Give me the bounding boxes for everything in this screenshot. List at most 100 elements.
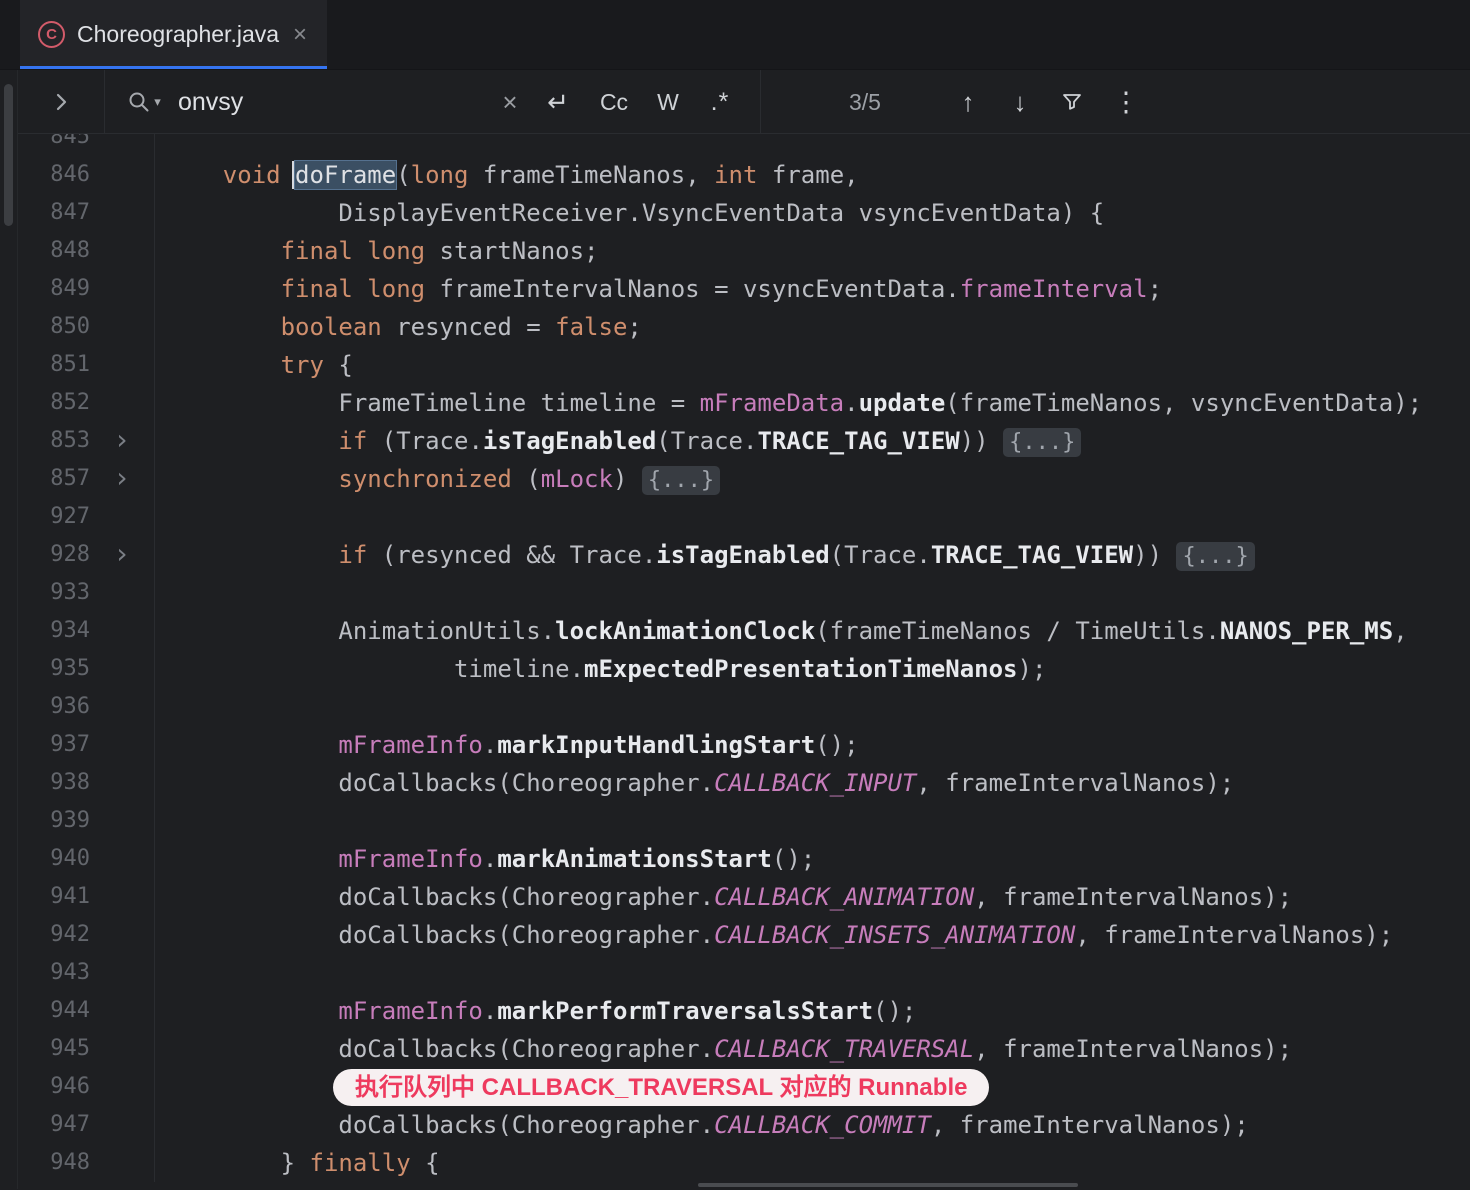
- code-text[interactable]: FrameTimeline timeline = mFrameData.upda…: [155, 384, 1470, 422]
- code-text[interactable]: DisplayEventReceiver.VsyncEventData vsyn…: [155, 194, 1470, 232]
- code-line[interactable]: 933: [18, 574, 1470, 612]
- gutter-cell[interactable]: 933: [18, 574, 155, 612]
- code-text[interactable]: [155, 498, 1470, 536]
- previous-occurrence-button[interactable]: ↑: [948, 70, 988, 134]
- gutter-cell[interactable]: 847: [18, 194, 155, 232]
- gutter-cell[interactable]: 942: [18, 916, 155, 954]
- tab-choreographer-java[interactable]: C Choreographer.java ×: [20, 0, 328, 69]
- code-text[interactable]: doCallbacks(Choreographer.CALLBACK_INPUT…: [155, 764, 1470, 802]
- code-line[interactable]: 940 mFrameInfo.markAnimationsStart();: [18, 840, 1470, 878]
- code-line[interactable]: 946 执行队列中 CALLBACK_TRAVERSAL 对应的 Runnable: [18, 1068, 1470, 1106]
- code-text[interactable]: 执行队列中 CALLBACK_TRAVERSAL 对应的 Runnable: [155, 1068, 1470, 1106]
- next-occurrence-button[interactable]: ↓: [1000, 70, 1040, 134]
- fold-arrow-icon[interactable]: ›: [116, 460, 127, 498]
- code-text[interactable]: [155, 134, 1470, 156]
- gutter-cell[interactable]: 846: [18, 156, 155, 194]
- horizontal-scrollbar[interactable]: [698, 1183, 1078, 1187]
- code-text[interactable]: timeline.mExpectedPresentationTimeNanos)…: [155, 650, 1470, 688]
- gutter-cell[interactable]: 845: [18, 134, 155, 156]
- code-text[interactable]: mFrameInfo.markPerformTraversalsStart();: [155, 992, 1470, 1030]
- clear-search-button[interactable]: ×: [490, 70, 530, 134]
- search-input[interactable]: [176, 80, 486, 124]
- gutter-cell[interactable]: 927: [18, 498, 155, 536]
- gutter-cell[interactable]: 939: [18, 802, 155, 840]
- code-text[interactable]: } finally {: [155, 1144, 1470, 1182]
- code-line[interactable]: 948 } finally {: [18, 1144, 1470, 1182]
- code-line[interactable]: 847 DisplayEventReceiver.VsyncEventData …: [18, 194, 1470, 232]
- gutter-cell[interactable]: 928 ›: [18, 536, 155, 574]
- more-options-button[interactable]: ⋮: [1106, 70, 1146, 134]
- code-line[interactable]: 935 timeline.mExpectedPresentationTimeNa…: [18, 650, 1470, 688]
- code-line[interactable]: 937 mFrameInfo.markInputHandlingStart();: [18, 726, 1470, 764]
- code-text[interactable]: boolean resynced = false;: [155, 308, 1470, 346]
- gutter-cell[interactable]: 852: [18, 384, 155, 422]
- fold-badge[interactable]: {...}: [1003, 428, 1082, 457]
- code-text[interactable]: [155, 802, 1470, 840]
- code-line[interactable]: 945 doCallbacks(Choreographer.CALLBACK_T…: [18, 1030, 1470, 1068]
- code-text[interactable]: final long startNanos;: [155, 232, 1470, 270]
- code-line[interactable]: 928 › if (resynced && Trace.isTagEnabled(…: [18, 536, 1470, 574]
- code-text[interactable]: synchronized (mLock) {...}: [155, 460, 1470, 498]
- gutter-cell[interactable]: 943: [18, 954, 155, 992]
- gutter-cell[interactable]: 941: [18, 878, 155, 916]
- code-line[interactable]: 851 try {: [18, 346, 1470, 384]
- code-text[interactable]: mFrameInfo.markInputHandlingStart();: [155, 726, 1470, 764]
- whole-words-button[interactable]: W: [648, 70, 688, 134]
- code-line[interactable]: 927: [18, 498, 1470, 536]
- vertical-scroll-thumb[interactable]: [4, 84, 13, 226]
- code-line[interactable]: 845: [18, 134, 1470, 156]
- fold-arrow-icon[interactable]: ›: [116, 536, 127, 574]
- code-line[interactable]: 850 boolean resynced = false;: [18, 308, 1470, 346]
- code-text[interactable]: doCallbacks(Choreographer.CALLBACK_COMMI…: [155, 1106, 1470, 1144]
- match-case-button[interactable]: Cc: [594, 70, 634, 134]
- code-text[interactable]: final long frameIntervalNanos = vsyncEve…: [155, 270, 1470, 308]
- code-text[interactable]: if (Trace.isTagEnabled(Trace.TRACE_TAG_V…: [155, 422, 1470, 460]
- code-line[interactable]: 947 doCallbacks(Choreographer.CALLBACK_C…: [18, 1106, 1470, 1144]
- code-text[interactable]: doCallbacks(Choreographer.CALLBACK_TRAVE…: [155, 1030, 1470, 1068]
- toggle-replace-button[interactable]: [18, 70, 105, 134]
- code-line[interactable]: 942 doCallbacks(Choreographer.CALLBACK_I…: [18, 916, 1470, 954]
- code-text[interactable]: mFrameInfo.markAnimationsStart();: [155, 840, 1470, 878]
- gutter-cell[interactable]: 850: [18, 308, 155, 346]
- fold-arrow-icon[interactable]: ›: [116, 422, 127, 460]
- gutter-cell[interactable]: 935: [18, 650, 155, 688]
- code-text[interactable]: doCallbacks(Choreographer.CALLBACK_INSET…: [155, 916, 1470, 954]
- gutter-cell[interactable]: 947: [18, 1106, 155, 1144]
- code-line[interactable]: 938 doCallbacks(Choreographer.CALLBACK_I…: [18, 764, 1470, 802]
- fold-badge[interactable]: {...}: [1176, 542, 1255, 571]
- gutter-cell[interactable]: 848: [18, 232, 155, 270]
- code-text[interactable]: void doFrame(long frameTimeNanos, int fr…: [155, 156, 1470, 194]
- code-text[interactable]: if (resynced && Trace.isTagEnabled(Trace…: [155, 536, 1470, 574]
- code-text[interactable]: try {: [155, 346, 1470, 384]
- code-line[interactable]: 943: [18, 954, 1470, 992]
- code-line[interactable]: 936: [18, 688, 1470, 726]
- gutter-cell[interactable]: 936: [18, 688, 155, 726]
- gutter-cell[interactable]: 849: [18, 270, 155, 308]
- gutter-cell[interactable]: 946: [18, 1068, 155, 1106]
- search-history-dropdown[interactable]: ▾: [118, 70, 170, 134]
- gutter-cell[interactable]: 940: [18, 840, 155, 878]
- code-line[interactable]: 944 mFrameInfo.markPerformTraversalsStar…: [18, 992, 1470, 1030]
- gutter-cell[interactable]: 857 ›: [18, 460, 155, 498]
- gutter-cell[interactable]: 938: [18, 764, 155, 802]
- code-line[interactable]: 934 AnimationUtils.lockAnimationClock(fr…: [18, 612, 1470, 650]
- code-text[interactable]: [155, 574, 1470, 612]
- gutter-cell[interactable]: 851: [18, 346, 155, 384]
- code-line[interactable]: 853 › if (Trace.isTagEnabled(Trace.TRACE_…: [18, 422, 1470, 460]
- code-line[interactable]: 857 › synchronized (mLock) {...}: [18, 460, 1470, 498]
- code-text[interactable]: AnimationUtils.lockAnimationClock(frameT…: [155, 612, 1470, 650]
- gutter-cell[interactable]: 934: [18, 612, 155, 650]
- code-text[interactable]: [155, 688, 1470, 726]
- code-line[interactable]: 848 final long startNanos;: [18, 232, 1470, 270]
- gutter-cell[interactable]: 937: [18, 726, 155, 764]
- code-text[interactable]: [155, 954, 1470, 992]
- code-text[interactable]: doCallbacks(Choreographer.CALLBACK_ANIMA…: [155, 878, 1470, 916]
- tab-close-icon[interactable]: ×: [291, 22, 309, 47]
- filter-search-button[interactable]: [1052, 70, 1092, 134]
- regex-button[interactable]: .*: [700, 70, 740, 134]
- code-line[interactable]: 941 doCallbacks(Choreographer.CALLBACK_A…: [18, 878, 1470, 916]
- code-line[interactable]: 846 void doFrame(long frameTimeNanos, in…: [18, 156, 1470, 194]
- code-line[interactable]: 852 FrameTimeline timeline = mFrameData.…: [18, 384, 1470, 422]
- fold-badge[interactable]: {...}: [641, 466, 721, 495]
- newline-button[interactable]: ↵: [538, 70, 578, 134]
